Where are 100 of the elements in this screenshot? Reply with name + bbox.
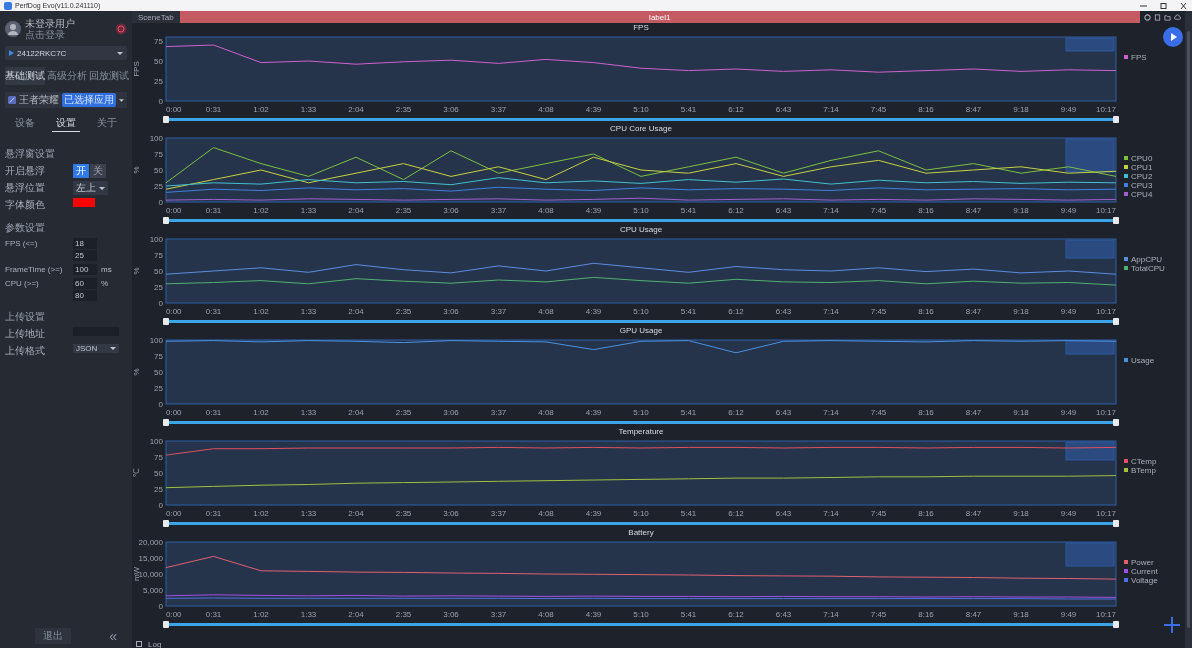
x-tick-label: 3:37	[490, 206, 507, 215]
device-selector[interactable]: 24122RKC7C	[5, 46, 127, 60]
legend-label[interactable]: Voltage	[1131, 576, 1158, 585]
x-tick-label: 5:10	[633, 206, 649, 215]
dropdown[interactable]: 左上	[73, 181, 108, 195]
cloud-icon[interactable]	[1174, 13, 1181, 21]
unit-label: %	[101, 278, 109, 288]
legend-label[interactable]: Power	[1131, 558, 1154, 567]
x-tick-label: 6:43	[775, 610, 792, 619]
scene-tab[interactable]: SceneTab	[132, 11, 180, 23]
x-tick-label: 4:39	[585, 408, 602, 417]
legend-label[interactable]: TotalCPU	[1131, 264, 1165, 273]
x-tick-label: 10:17	[1095, 307, 1116, 316]
x-tick-label: 1:33	[300, 610, 317, 619]
input-field[interactable]: 100	[73, 264, 97, 275]
color-swatch[interactable]	[73, 198, 95, 207]
legend-label[interactable]: AppCPU	[1131, 255, 1163, 264]
maximize-icon[interactable]	[1159, 1, 1168, 10]
y-tick-label: 25	[154, 182, 163, 191]
input-field[interactable]: 18	[73, 238, 97, 249]
play-button[interactable]	[1163, 27, 1183, 47]
play-icon	[9, 50, 14, 56]
legend-label[interactable]: CPU1	[1131, 163, 1153, 172]
unit-label: ms	[101, 264, 112, 274]
y-tick-label: 25	[154, 384, 163, 393]
stats-panel	[1065, 37, 1115, 52]
mode-tab[interactable]: 高级分析	[47, 67, 87, 85]
x-tick-label: 1:02	[253, 206, 269, 215]
x-tick-label: 8:47	[965, 610, 982, 619]
collapse-button[interactable]: «	[109, 628, 117, 644]
x-tick-label: 6:43	[775, 307, 792, 316]
x-tick-label: 8:16	[918, 610, 934, 619]
close-icon[interactable]	[1179, 1, 1188, 10]
login-status[interactable]: 点击登录	[25, 29, 111, 40]
toggle-option[interactable]: 关	[90, 164, 106, 178]
x-tick-label: 2:35	[395, 307, 412, 316]
y-axis-label: %	[132, 166, 141, 174]
x-tick-label: 2:35	[395, 610, 412, 619]
log-tab[interactable]: Log	[148, 639, 162, 648]
range-slider[interactable]	[166, 219, 1116, 222]
legend-label[interactable]: CPU2	[1131, 172, 1153, 181]
x-tick-label: 1:02	[253, 307, 269, 316]
folder-icon[interactable]	[1164, 13, 1171, 21]
input-field[interactable]: 60	[73, 278, 97, 289]
mode-tab[interactable]: 基础测试	[5, 67, 45, 85]
legend-label[interactable]: CPU0	[1131, 154, 1153, 163]
range-slider[interactable]	[166, 118, 1116, 121]
file-icon[interactable]	[1154, 13, 1161, 21]
x-tick-label: 8:47	[965, 206, 982, 215]
y-tick-label: 100	[149, 437, 163, 446]
legend-label[interactable]: BTemp	[1131, 466, 1156, 475]
x-tick-label: 0:00	[166, 307, 182, 316]
range-slider[interactable]	[166, 421, 1116, 424]
app-name: 王者荣耀	[19, 93, 60, 107]
add-icon[interactable]	[1163, 616, 1181, 634]
input-field[interactable]: 80	[73, 290, 97, 301]
x-tick-label: 4:39	[585, 509, 602, 518]
y-tick-label: 50	[154, 166, 163, 175]
settings-icon[interactable]	[1144, 13, 1151, 21]
exit-button[interactable]: 退出	[35, 628, 71, 644]
sidebar-tab[interactable]: 设置	[52, 115, 80, 132]
x-tick-label: 0:00	[166, 105, 182, 114]
legend-label[interactable]: Current	[1131, 567, 1158, 576]
dropdown[interactable]: JSON	[73, 344, 119, 353]
legend-label[interactable]: CPU3	[1131, 181, 1153, 190]
toggle-option[interactable]: 开	[73, 164, 89, 178]
sidebar-tab[interactable]: 关于	[92, 115, 121, 132]
x-tick-label: 6:12	[728, 610, 744, 619]
x-tick-label: 8:16	[918, 206, 934, 215]
legend-label[interactable]: CTemp	[1131, 457, 1157, 466]
x-tick-label: 5:41	[680, 610, 697, 619]
x-tick-label: 9:18	[1013, 307, 1029, 316]
x-tick-label: 8:16	[918, 105, 934, 114]
x-tick-label: 0:31	[205, 610, 222, 619]
x-tick-label: 5:41	[680, 408, 697, 417]
input-field[interactable]: 25	[73, 250, 97, 261]
setting-label: 开启悬浮	[5, 164, 46, 178]
x-tick-label: 3:37	[490, 105, 507, 114]
range-slider[interactable]	[166, 320, 1116, 323]
caret-icon[interactable]	[119, 97, 124, 103]
x-tick-label: 5:41	[680, 509, 697, 518]
app-logo-icon	[4, 1, 12, 10]
x-tick-label: 9:18	[1013, 610, 1029, 619]
scrollbar[interactable]	[1185, 11, 1192, 648]
x-tick-label: 2:04	[348, 408, 364, 417]
y-tick-label: 25	[154, 283, 163, 292]
section-title: 上传设置	[5, 310, 46, 324]
range-slider[interactable]	[166, 623, 1116, 626]
power-icon[interactable]	[115, 23, 127, 35]
sidebar-tab[interactable]: 设备	[11, 115, 40, 132]
avatar-icon	[5, 21, 21, 37]
x-tick-label: 2:04	[348, 206, 364, 215]
legend-label[interactable]: Usage	[1131, 356, 1155, 365]
legend-label[interactable]: FPS	[1131, 53, 1147, 62]
stats-panel	[1065, 239, 1115, 259]
log-icon[interactable]	[136, 641, 142, 647]
mode-tab[interactable]: 回放测试	[89, 67, 129, 85]
range-slider[interactable]	[166, 522, 1116, 525]
legend-label[interactable]: CPU4	[1131, 190, 1153, 199]
x-tick-label: 1:02	[253, 610, 269, 619]
